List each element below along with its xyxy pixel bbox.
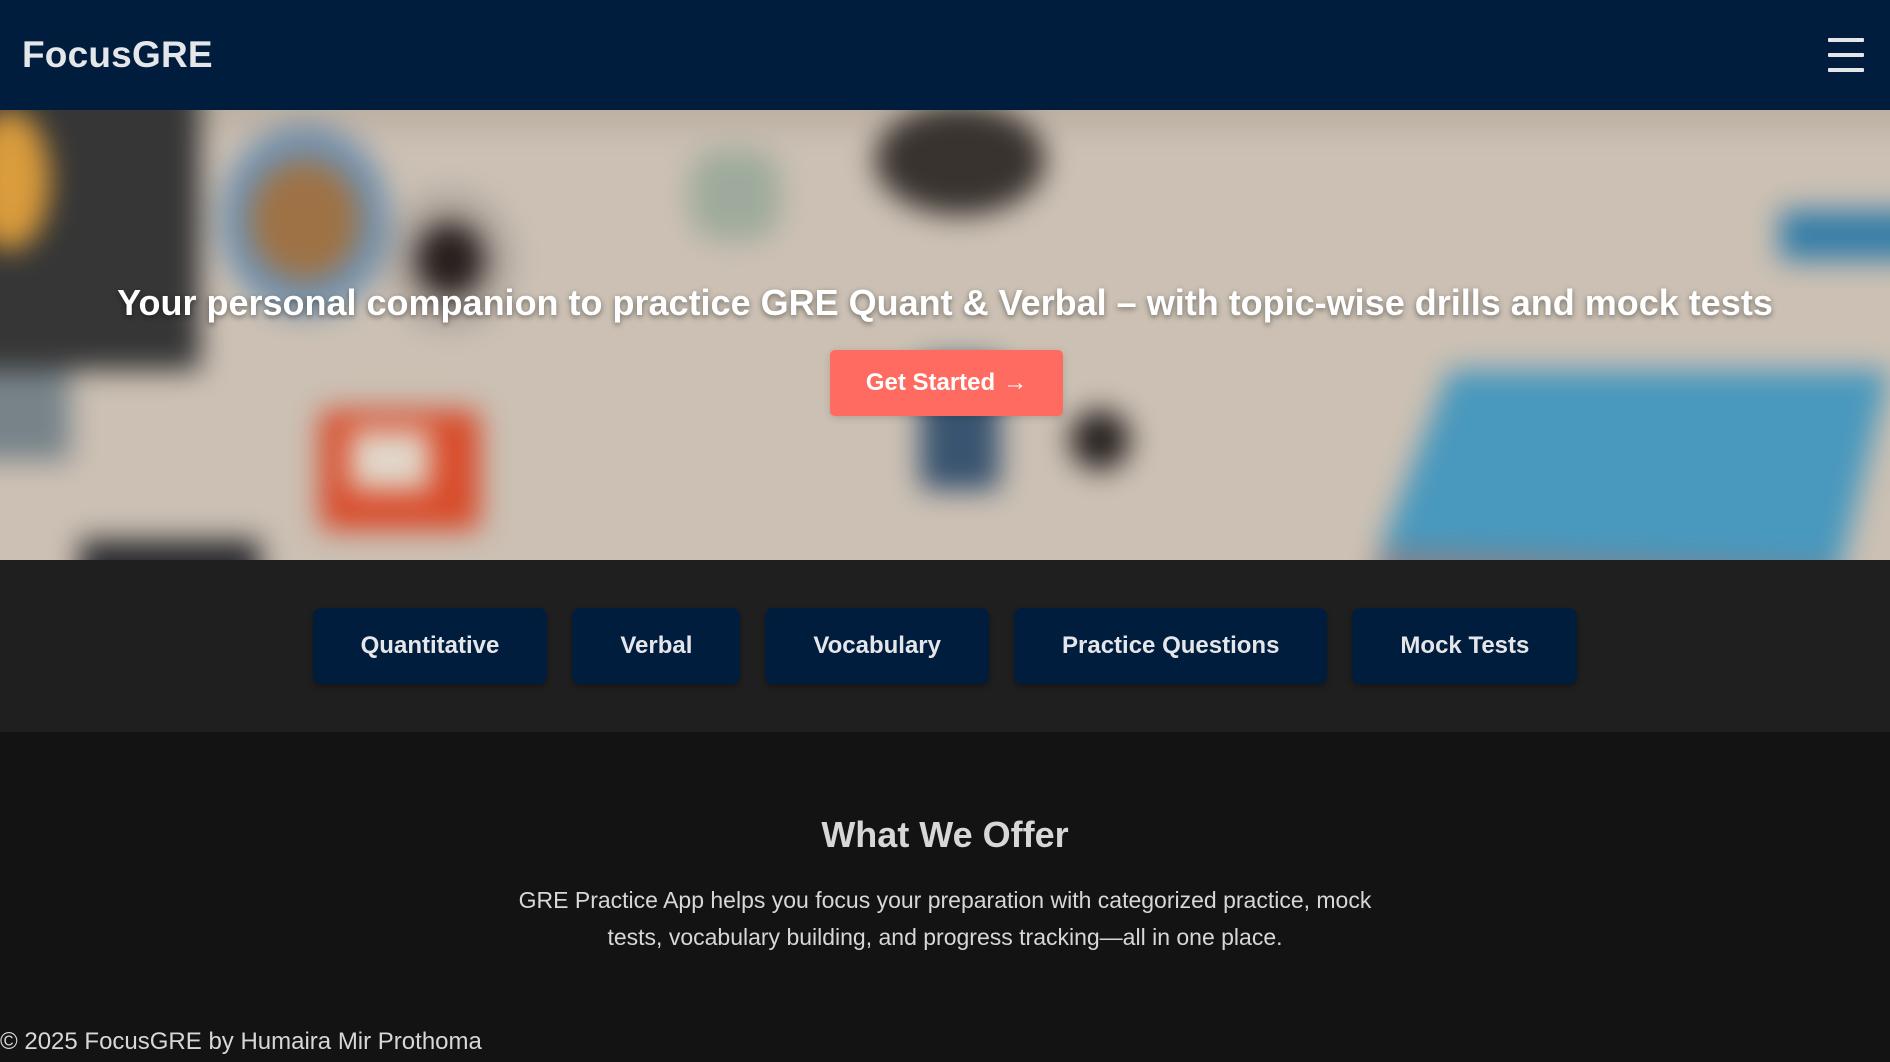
brand-logo-link[interactable]: FocusGRE [22, 34, 213, 76]
menu-line [1828, 68, 1864, 72]
category-nav: Quantitative Verbal Vocabulary Practice … [0, 560, 1890, 732]
footer-copyright: © 2025 FocusGRE by Humaira Mir Prothoma [0, 1028, 482, 1055]
category-button-vocabulary[interactable]: Vocabulary [765, 608, 989, 684]
offer-title: What We Offer [821, 814, 1069, 855]
menu-line [1828, 53, 1864, 57]
get-started-label: Get Started [865, 369, 996, 396]
hamburger-menu-icon[interactable] [1826, 35, 1866, 75]
hero-headline: Your personal companion to practice GRE … [117, 282, 1773, 323]
hero-section: Your personal companion to practice GRE … [0, 110, 1890, 560]
arrow-right-icon: → [1003, 369, 1028, 396]
category-button-mock-tests[interactable]: Mock Tests [1352, 608, 1578, 684]
get-started-button[interactable]: Get Started → [830, 350, 1063, 416]
menu-line [1828, 38, 1864, 42]
offer-description: GRE Practice App helps you focus your pr… [518, 887, 1372, 950]
category-button-verbal[interactable]: Verbal [572, 608, 741, 684]
category-button-quantitative[interactable]: Quantitative [312, 608, 548, 684]
footer: © 2025 FocusGRE by Humaira Mir Prothoma [0, 1028, 1890, 1062]
top-navbar: FocusGRE [0, 0, 1890, 110]
category-button-practice-questions[interactable]: Practice Questions [1014, 608, 1328, 684]
what-we-offer-section: What We Offer GRE Practice App helps you… [0, 732, 1890, 1012]
hero-content: Your personal companion to practice GRE … [0, 110, 1890, 560]
